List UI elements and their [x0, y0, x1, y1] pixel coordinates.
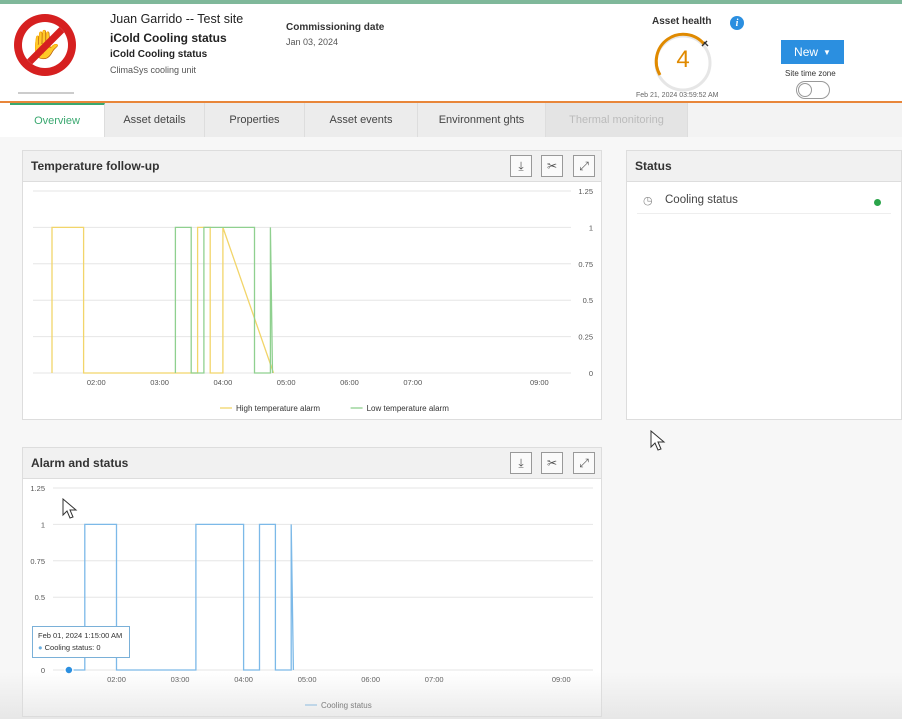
asset-description: ClimaSys cooling unit	[110, 65, 197, 75]
alarm-panel-title: Alarm and status	[31, 456, 129, 470]
y-tick-label: 1.25	[578, 187, 593, 196]
tooltip-value: Cooling status: 0	[44, 643, 101, 652]
commissioning-label: Commissioning date	[286, 22, 385, 33]
alarm-panel-header: Alarm and status ⤓ ✂ ⤢	[23, 448, 601, 479]
x-tick-label: 05:00	[277, 378, 296, 387]
site-time-zone-label: Site time zone	[785, 69, 836, 78]
temperature-panel-header: Temperature follow-up ⤓ ✂ ⤢	[23, 151, 601, 182]
status-panel: Status ◷ Cooling status	[626, 150, 902, 420]
download-icon[interactable]: ⤓	[510, 452, 532, 474]
asset-header: ✋ Juan Garrido -- Test site iCold Coolin…	[0, 4, 902, 102]
hover-point	[64, 665, 74, 675]
asset-health-date: Feb 21, 2024 03:59:52 AM	[636, 92, 719, 99]
commissioning-date: Jan 03, 2024	[286, 37, 339, 47]
filter-icon[interactable]: ✂	[541, 452, 563, 474]
tab-bar-filler	[688, 103, 902, 137]
asset-title: iCold Cooling status	[110, 31, 227, 45]
tab-bar: Overview Asset details Properties Asset …	[10, 103, 688, 137]
mouse-cursor-icon	[650, 430, 666, 451]
expand-icon[interactable]: ⤢	[573, 155, 595, 177]
new-button[interactable]: New ▼	[781, 40, 844, 64]
x-tick-label: 03:00	[171, 675, 190, 684]
clock-icon: ◷	[643, 194, 653, 207]
x-tick-label: 04:00	[234, 675, 253, 684]
status-row-cooling[interactable]: ◷ Cooling status	[637, 191, 891, 214]
alarm-panel: Alarm and status ⤓ ✂ ⤢ 1.25 1 0.75 0.5 0 02:0…	[22, 447, 602, 717]
x-tick-label: 02:00	[87, 378, 106, 387]
site-time-zone-toggle[interactable]	[796, 81, 830, 99]
x-tick-label: 07:00	[425, 675, 444, 684]
y-tick-label: 0	[41, 666, 45, 675]
status-panel-header: Status	[627, 151, 901, 182]
y-tick-label: 0.75	[30, 557, 45, 566]
alarm-chart: 1.25 1 0.75 0.5 0 02:00 03:00 04:00 05:00 06:00 07…	[30, 484, 593, 710]
status-row-label: Cooling status	[665, 194, 738, 206]
x-tick-label: 07:00	[403, 378, 422, 387]
x-tick-label: 02:00	[107, 675, 126, 684]
tab-thermal-monitoring: Thermal monitoring	[546, 103, 688, 137]
y-tick-label: 0.75	[578, 260, 593, 269]
expand-icon[interactable]: ⤢	[573, 452, 595, 474]
x-tick-label: 04:00	[213, 378, 232, 387]
temperature-panel-title: Temperature follow-up	[31, 159, 160, 173]
download-icon[interactable]: ⤓	[510, 155, 532, 177]
asset-subtitle: iCold Cooling status	[110, 49, 208, 60]
temperature-chart: 1.25 1 0.75 0.5 0.25 0 02:00 03:00 04:00 05:00 06:…	[33, 187, 593, 413]
x-tick-label: 03:00	[150, 378, 169, 387]
x-tick-label: 06:00	[361, 675, 380, 684]
tooltip-date: Feb 01, 2024 1:15:00 AM	[38, 631, 123, 640]
status-indicator-dot	[874, 199, 881, 206]
info-icon[interactable]: i	[730, 16, 744, 30]
filter-icon[interactable]: ✂	[541, 155, 563, 177]
tab-environment[interactable]: Environment ghts	[418, 103, 546, 137]
tab-asset-events[interactable]: Asset events	[305, 103, 418, 137]
y-tick-label: 1	[589, 223, 593, 232]
chart-tooltip: Feb 01, 2024 1:15:00 AM ● Cooling status…	[32, 626, 130, 658]
asset-health-label: Asset health	[652, 16, 712, 27]
legend-label: Low temperature alarm	[367, 404, 450, 413]
tab-asset-details[interactable]: Asset details	[105, 103, 205, 137]
legend-label: Cooling status	[321, 701, 372, 710]
x-tick-label: 09:00	[552, 675, 571, 684]
chevron-down-icon: ▼	[823, 47, 831, 57]
y-tick-label: 0	[589, 369, 593, 378]
tab-overview[interactable]: Overview	[10, 103, 105, 137]
legend-label: High temperature alarm	[236, 404, 320, 413]
status-panel-title: Status	[635, 159, 672, 173]
x-tick-label: 09:00	[530, 378, 549, 387]
y-tick-label: 1	[41, 520, 45, 529]
tab-properties[interactable]: Properties	[205, 103, 305, 137]
x-tick-label: 06:00	[340, 378, 359, 387]
x-tick-label: 05:00	[298, 675, 317, 684]
y-tick-label: 0.5	[583, 296, 593, 305]
logo-caption	[18, 92, 74, 94]
temperature-panel: Temperature follow-up ⤓ ✂ ⤢ 1.25 1 0.75 0.5…	[22, 150, 602, 420]
y-tick-label: 0.25	[578, 333, 593, 342]
y-tick-label: 0.5	[35, 593, 45, 602]
mouse-cursor-icon	[62, 498, 78, 519]
new-button-label: New	[794, 45, 819, 59]
y-tick-label: 1.25	[30, 484, 45, 493]
site-title: Juan Garrido -- Test site	[110, 12, 244, 26]
stop-hand-icon: ✋	[14, 14, 76, 76]
asset-health-value: 4	[676, 46, 690, 73]
